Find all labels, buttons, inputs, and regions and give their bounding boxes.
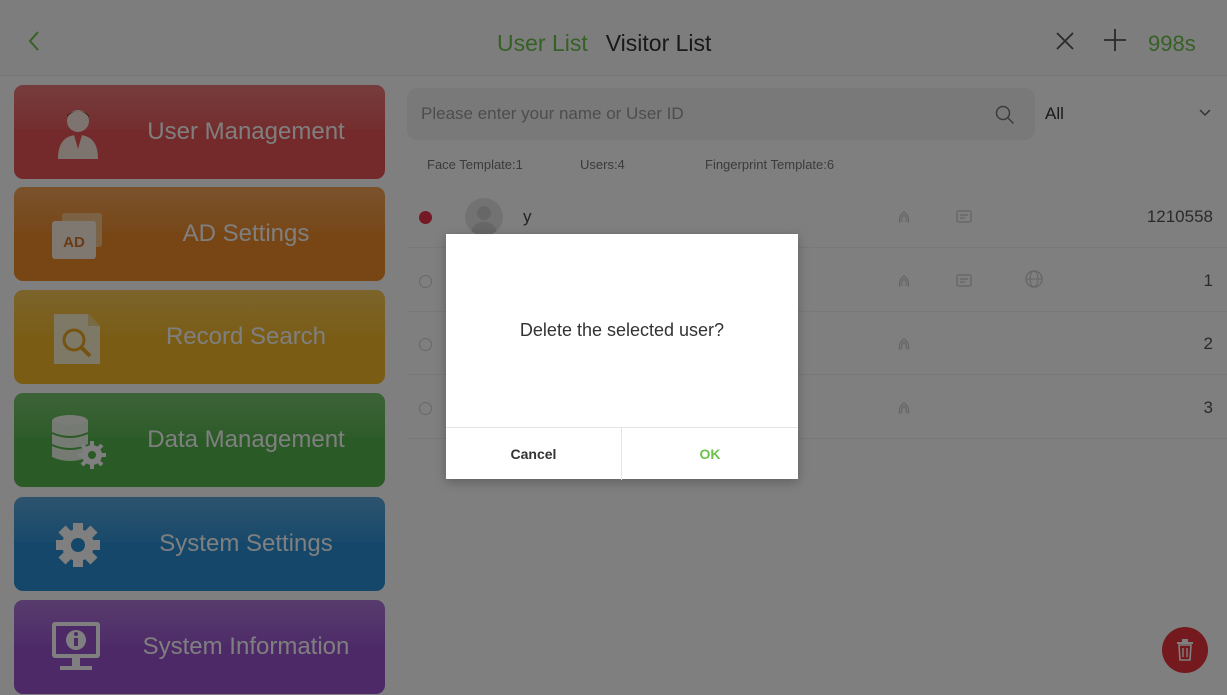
delete-confirm-dialog: Delete the selected user? Cancel OK — [446, 234, 798, 480]
cancel-button[interactable]: Cancel — [446, 428, 622, 480]
dialog-button-bar: Cancel OK — [446, 427, 798, 480]
ok-button[interactable]: OK — [622, 428, 798, 480]
user-list-screen: User ListVisitor List 998s User Manageme… — [0, 0, 1227, 695]
dialog-message: Delete the selected user? — [519, 320, 725, 340]
